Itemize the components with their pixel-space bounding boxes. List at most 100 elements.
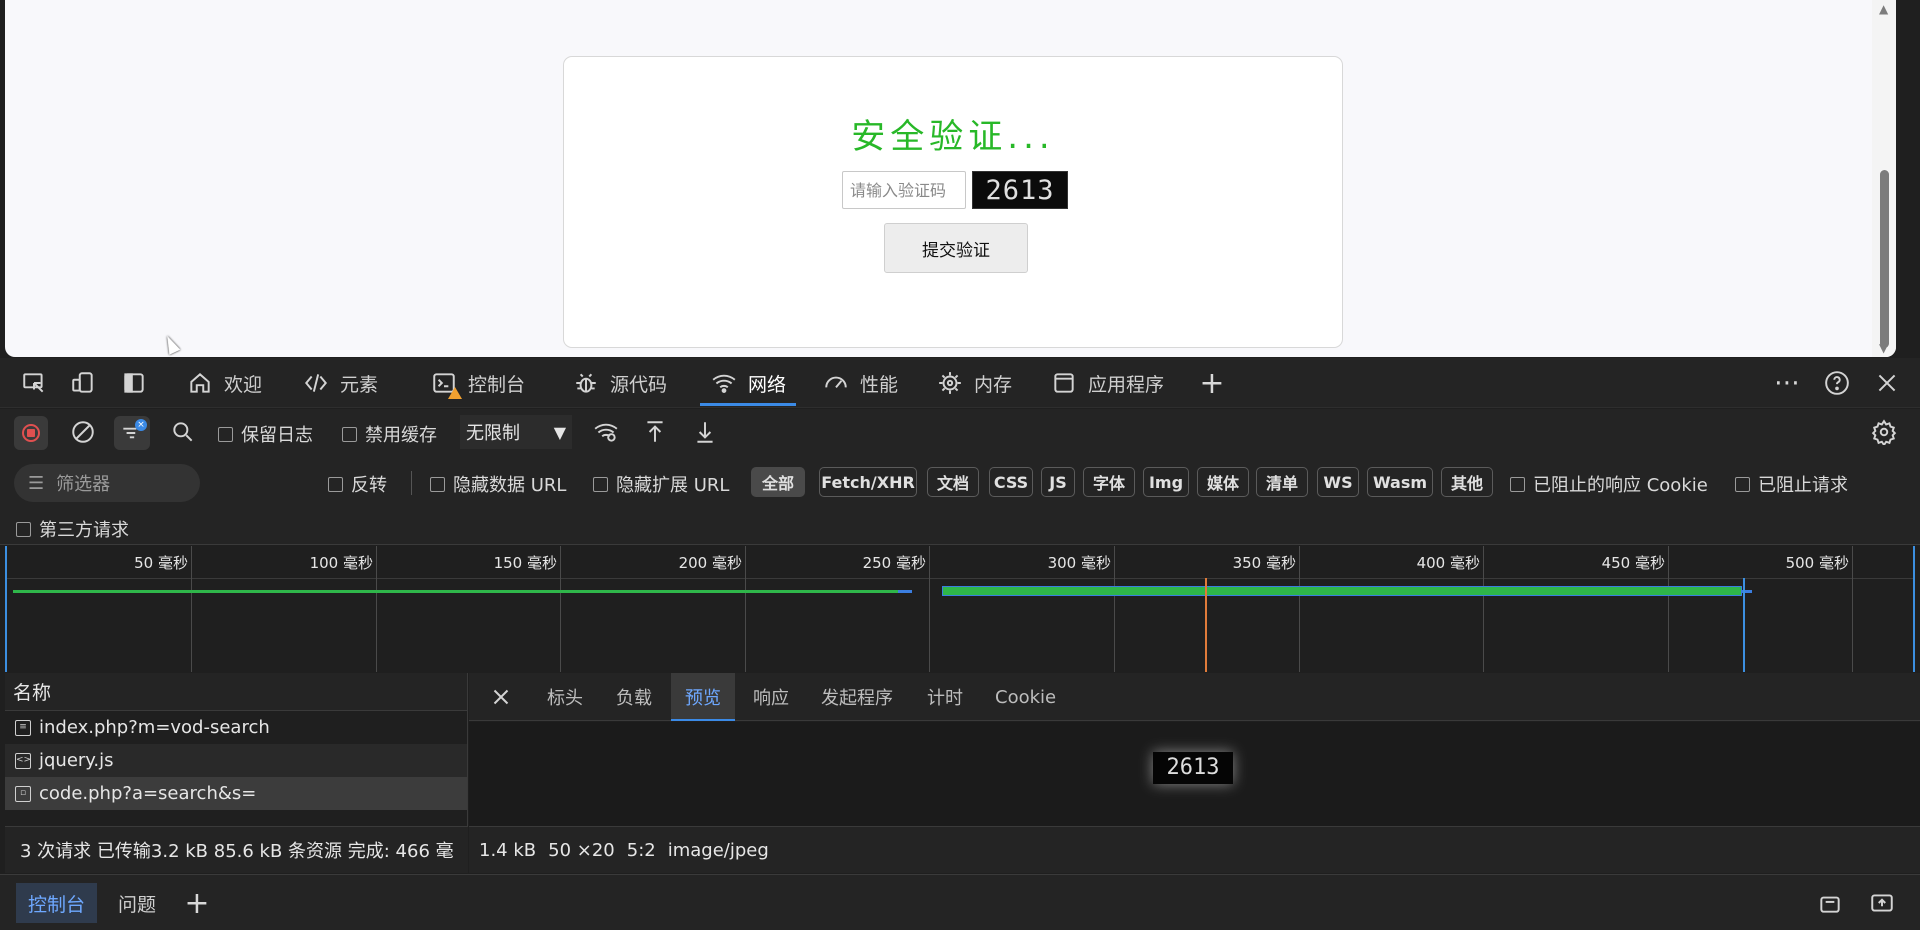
tab-preview[interactable]: 预览 [671, 673, 735, 721]
tab-console[interactable]: 控制台 [430, 358, 525, 408]
filter-lines-icon: ☰ [28, 472, 45, 494]
captcha-input[interactable] [842, 171, 966, 209]
drawer-tab-console[interactable]: 控制台 [16, 883, 98, 923]
drawer-add-icon[interactable]: + [183, 886, 211, 921]
filter-type-fetch-xhr[interactable]: Fetch/XHR [819, 467, 917, 497]
tab-sources[interactable]: 源代码 [572, 358, 667, 408]
disable-cache-label: 禁用缓存 [365, 425, 437, 446]
tab-performance[interactable]: 性能 [822, 358, 898, 408]
tab-elements-label: 元素 [340, 373, 379, 396]
filter-type-ws[interactable]: WS [1317, 467, 1359, 497]
blocked-requests-box[interactable] [1735, 476, 1750, 492]
preserve-log-box[interactable] [218, 426, 233, 442]
record-button[interactable] [14, 416, 48, 450]
tab-application[interactable]: 应用程序 [1050, 358, 1164, 408]
image-info-bar: 1.4 kB 50 ×20 5:2 image/jpeg [469, 826, 1920, 873]
inspect-icon[interactable] [20, 369, 48, 397]
timeline-tick: 300 毫秒 [1048, 546, 1115, 672]
import-har-icon[interactable] [641, 418, 669, 446]
filter-type-font[interactable]: 字体 [1083, 467, 1135, 497]
request-bar-resources [942, 586, 1742, 596]
chevron-down-icon: ▼ [553, 422, 566, 442]
help-icon[interactable] [1823, 369, 1851, 397]
filter-type-wasm[interactable]: Wasm [1367, 467, 1433, 497]
scroll-thumb[interactable] [1880, 170, 1889, 348]
more-options-icon[interactable]: ⋯ [1773, 368, 1801, 398]
hide-ext-url-checkbox[interactable]: 隐藏扩展 URL [593, 471, 729, 497]
drawer-tab-issues[interactable]: 问题 [106, 883, 168, 923]
verification-card: 安全验证... 2613 提交验证 [563, 56, 1343, 348]
timeline-overview[interactable]: 50 毫秒 100 毫秒 150 毫秒 200 毫秒 250 毫秒 300 毫秒… [5, 546, 1915, 672]
scroll-up-icon[interactable]: ▲ [1879, 2, 1888, 16]
network-settings-icon[interactable] [1870, 418, 1898, 446]
export-har-icon[interactable] [691, 418, 719, 446]
blocked-requests-checkbox[interactable]: 已阻止请求 [1735, 471, 1848, 497]
request-name: jquery.js [39, 750, 114, 771]
tab-headers[interactable]: 标头 [533, 673, 597, 721]
tab-initiator[interactable]: 发起程序 [807, 673, 907, 721]
third-party-checkbox[interactable]: 第三方请求 [16, 516, 129, 542]
tab-timing[interactable]: 计时 [913, 673, 977, 721]
tick-label: 150 毫秒 [493, 554, 557, 572]
tab-elements[interactable]: 元素 [302, 358, 378, 408]
throttle-select[interactable]: 无限制 ▼ [460, 415, 572, 449]
tab-payload[interactable]: 负载 [602, 673, 666, 721]
third-party-box[interactable] [16, 521, 31, 537]
filter-type-other[interactable]: 其他 [1441, 467, 1493, 497]
hide-ext-url-box[interactable] [593, 476, 608, 492]
blocked-cookies-checkbox[interactable]: 已阻止的响应 Cookie [1510, 471, 1708, 497]
request-row[interactable]: ≡ index.php?m=vod-search [5, 711, 467, 744]
tick-label: 500 毫秒 [1785, 554, 1849, 572]
submit-verification-button[interactable]: 提交验证 [884, 223, 1028, 273]
request-row[interactable]: <> jquery.js [5, 744, 467, 777]
close-detail-icon[interactable] [487, 683, 515, 711]
filter-bar: ☰ 筛选器 反转 隐藏数据 URL 隐藏扩展 URL 全部 Fetch/XHR … [0, 455, 1920, 545]
filter-type-img[interactable]: Img [1143, 467, 1189, 497]
disable-cache-checkbox[interactable]: 禁用缓存 [342, 421, 437, 447]
filter-toggle-button[interactable]: × [114, 416, 150, 450]
page-scrollbar[interactable]: ▲ ▼ [1872, 0, 1896, 357]
tab-application-label: 应用程序 [1088, 373, 1165, 396]
tab-cookie[interactable]: Cookie [981, 673, 1070, 721]
invert-checkbox[interactable]: 反转 [328, 471, 387, 497]
filter-type-css[interactable]: CSS [989, 467, 1033, 497]
chip-icon [936, 369, 964, 397]
filter-type-media[interactable]: 媒体 [1197, 467, 1249, 497]
filter-type-all[interactable]: 全部 [751, 467, 805, 497]
device-emulation-icon[interactable] [69, 369, 97, 397]
search-icon[interactable] [169, 418, 197, 446]
verification-title: 安全验证... [851, 117, 1055, 157]
timeline-tick: 200 毫秒 [679, 546, 746, 672]
tab-console-label: 控制台 [468, 373, 526, 396]
add-tab-icon[interactable]: + [1198, 366, 1226, 401]
dock-sidebar-icon[interactable] [120, 369, 148, 397]
captcha-image[interactable]: 2613 [972, 171, 1068, 209]
filter-type-doc[interactable]: 文档 [927, 467, 979, 497]
filter-input[interactable]: ☰ 筛选器 [14, 464, 200, 502]
request-row[interactable]: ▫ code.php?a=search&s= [5, 777, 467, 810]
drawer-dock-icon[interactable] [1816, 889, 1844, 917]
blocked-cookies-box[interactable] [1510, 476, 1525, 492]
tab-response[interactable]: 响应 [739, 673, 803, 721]
invert-box[interactable] [328, 476, 343, 492]
hide-data-url-box[interactable] [430, 476, 445, 492]
timeline-tick: 450 毫秒 [1602, 546, 1669, 672]
timeline-tick: 250 毫秒 [863, 546, 930, 672]
filter-type-js[interactable]: JS [1041, 467, 1075, 497]
network-conditions-icon[interactable] [592, 418, 620, 446]
tab-network[interactable]: 网络 [699, 358, 797, 408]
tick-label: 250 毫秒 [862, 554, 926, 572]
timeline-tick: 350 毫秒 [1233, 546, 1300, 672]
disable-cache-box[interactable] [342, 426, 357, 442]
tab-welcome[interactable]: 欢迎 [186, 358, 262, 408]
image-ratio: 5:2 [626, 839, 656, 861]
drawer-expand-icon[interactable] [1868, 889, 1896, 917]
preserve-log-checkbox[interactable]: 保留日志 [218, 421, 313, 447]
hide-data-url-checkbox[interactable]: 隐藏数据 URL [430, 471, 566, 497]
clear-icon[interactable] [69, 418, 97, 446]
filter-type-manifest[interactable]: 清单 [1256, 467, 1308, 497]
scroll-down-icon[interactable]: ▼ [1879, 341, 1888, 355]
tab-memory[interactable]: 内存 [936, 358, 1012, 408]
name-column-header[interactable]: 名称 [5, 673, 467, 711]
close-devtools-icon[interactable] [1873, 369, 1901, 397]
